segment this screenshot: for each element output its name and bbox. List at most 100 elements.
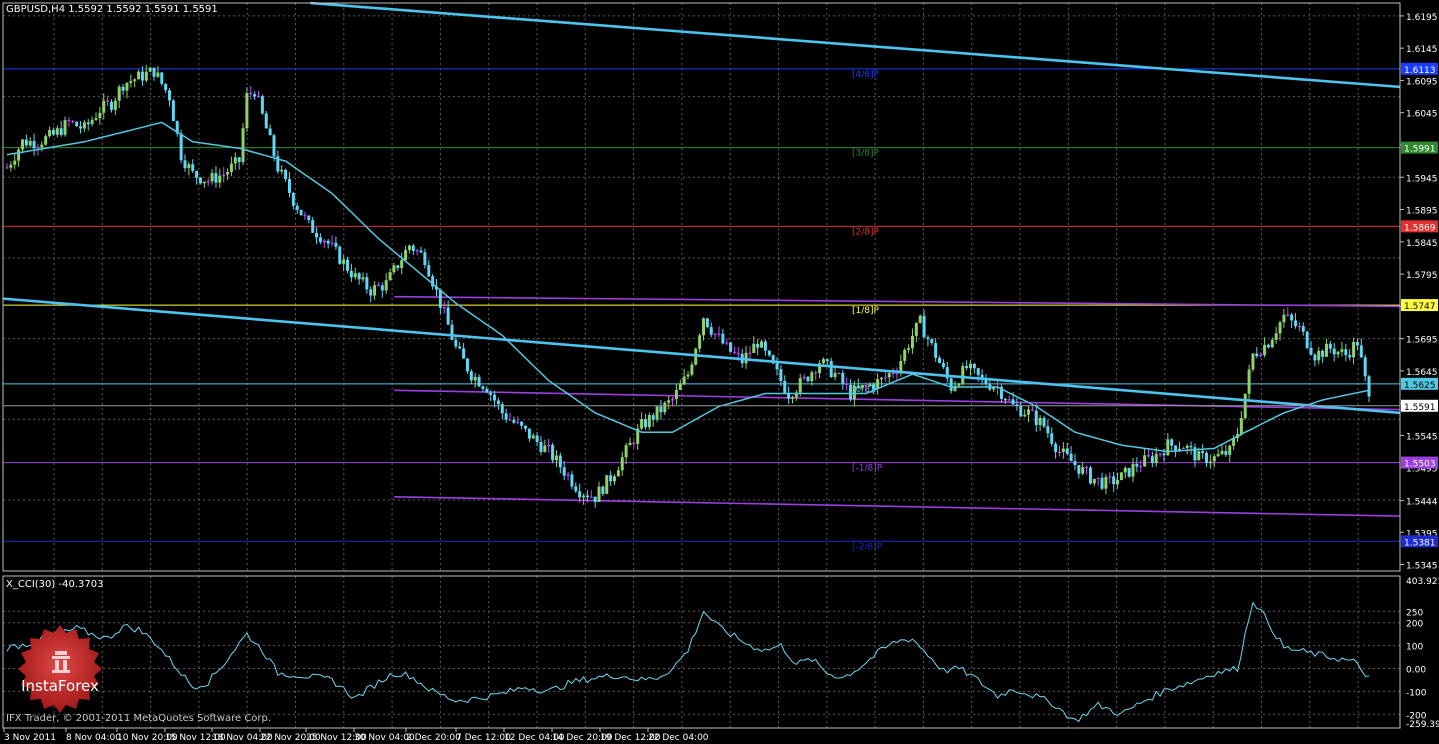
- candle-body: [86, 122, 90, 125]
- candle-body: [396, 265, 400, 269]
- candle-body: [260, 96, 264, 114]
- candle-body: [1297, 326, 1301, 328]
- candle-body: [1251, 353, 1255, 370]
- candle-body: [1135, 463, 1139, 467]
- candle-body: [9, 164, 13, 168]
- candle-body: [609, 475, 613, 482]
- candle-body: [837, 373, 841, 375]
- candle-body: [469, 371, 473, 381]
- candle-body: [121, 86, 125, 91]
- candle-body: [477, 376, 481, 387]
- candle-body: [493, 394, 497, 401]
- candle-body: [59, 128, 63, 135]
- candle-body: [949, 378, 953, 391]
- candle-body: [748, 352, 752, 354]
- candle-body: [13, 160, 17, 165]
- candle-body: [760, 341, 764, 348]
- candle-body: [732, 351, 736, 353]
- candle-body: [705, 318, 709, 328]
- candle-body: [342, 259, 346, 264]
- candle-body: [1050, 433, 1054, 444]
- candle-body: [849, 384, 853, 400]
- logo-seal: [18, 625, 102, 713]
- candle-body: [287, 179, 291, 193]
- candle-body: [1181, 448, 1185, 450]
- candle-body: [640, 419, 644, 429]
- candle-body: [202, 181, 206, 184]
- candle-body: [798, 378, 802, 393]
- candle-body: [841, 373, 845, 384]
- candle-body: [845, 383, 849, 385]
- price-tick-label: 1.5695: [1406, 336, 1438, 346]
- candle-body: [1150, 456, 1154, 464]
- candle-body: [496, 400, 500, 404]
- candle-body: [624, 445, 628, 458]
- candle-body: [1313, 354, 1317, 361]
- level-price-tag-text: 1.5869: [1404, 223, 1436, 233]
- candle-body: [663, 402, 667, 413]
- candle-body: [674, 389, 678, 400]
- candle-body: [376, 285, 380, 287]
- candle-body: [24, 139, 28, 146]
- candle-body: [562, 467, 566, 476]
- candle-body: [454, 339, 458, 347]
- candle-body: [144, 71, 148, 81]
- candle-body: [1174, 445, 1178, 451]
- candle-body: [357, 273, 361, 280]
- candle-body: [527, 428, 531, 439]
- candle-body: [1305, 331, 1309, 348]
- candle-body: [156, 72, 160, 77]
- price-tick-label: 1.5645: [1406, 368, 1438, 378]
- candle-body: [582, 495, 586, 498]
- candle-body: [1359, 345, 1363, 358]
- price-tick-label: 1.5545: [1406, 432, 1438, 442]
- candle-body: [852, 385, 856, 400]
- candle-body: [872, 384, 876, 389]
- candle-body: [632, 442, 636, 444]
- candle-body: [1274, 333, 1278, 340]
- candle-body: [291, 192, 295, 206]
- candle-body: [1023, 414, 1027, 417]
- candle-body: [1344, 349, 1348, 356]
- candle-body: [407, 245, 411, 250]
- candle-body: [802, 376, 806, 379]
- ohlc-values: 1.5592 1.5592 1.5591 1.5591: [68, 4, 218, 15]
- time-tick-label: 22 Dec 04:00: [648, 733, 709, 743]
- candle-body: [303, 215, 307, 217]
- candle-body: [1340, 349, 1344, 352]
- candle-body: [392, 265, 396, 273]
- candle-body: [206, 181, 210, 183]
- cci-tick-label: -259.396: [1406, 720, 1439, 730]
- candle-body: [322, 240, 326, 243]
- time-tick-label: 2 Dec 20:00: [406, 733, 461, 743]
- candle-body: [516, 421, 520, 423]
- candle-body: [868, 384, 872, 386]
- candle-body: [249, 93, 253, 95]
- price-tick-label: 1.5895: [1406, 207, 1438, 217]
- candle-body: [864, 385, 868, 387]
- candle-body: [1324, 343, 1328, 357]
- candle-body: [40, 144, 44, 148]
- candle-body: [926, 337, 930, 340]
- candle-body: [825, 359, 829, 361]
- candle-body: [218, 175, 222, 183]
- candle-body: [992, 387, 996, 390]
- candle-body: [922, 315, 926, 338]
- candle-body: [721, 333, 725, 344]
- candle-body: [1162, 453, 1166, 456]
- candle-body: [752, 343, 756, 354]
- candle-body: [195, 170, 199, 178]
- candle-body: [1239, 418, 1243, 435]
- candle-body: [698, 335, 702, 349]
- candle-body: [1127, 467, 1131, 477]
- candle-body: [775, 363, 779, 370]
- candle-body: [1116, 480, 1120, 485]
- candle-body: [1030, 409, 1034, 411]
- candle-body: [55, 128, 59, 135]
- price-tick-label: 1.5845: [1406, 239, 1438, 249]
- candle-body: [709, 327, 713, 335]
- moving-average: [6, 121, 1370, 453]
- time-tick-label: 3 Nov 2011: [4, 733, 56, 743]
- candle-body: [1112, 476, 1116, 485]
- candle-body: [1073, 461, 1077, 466]
